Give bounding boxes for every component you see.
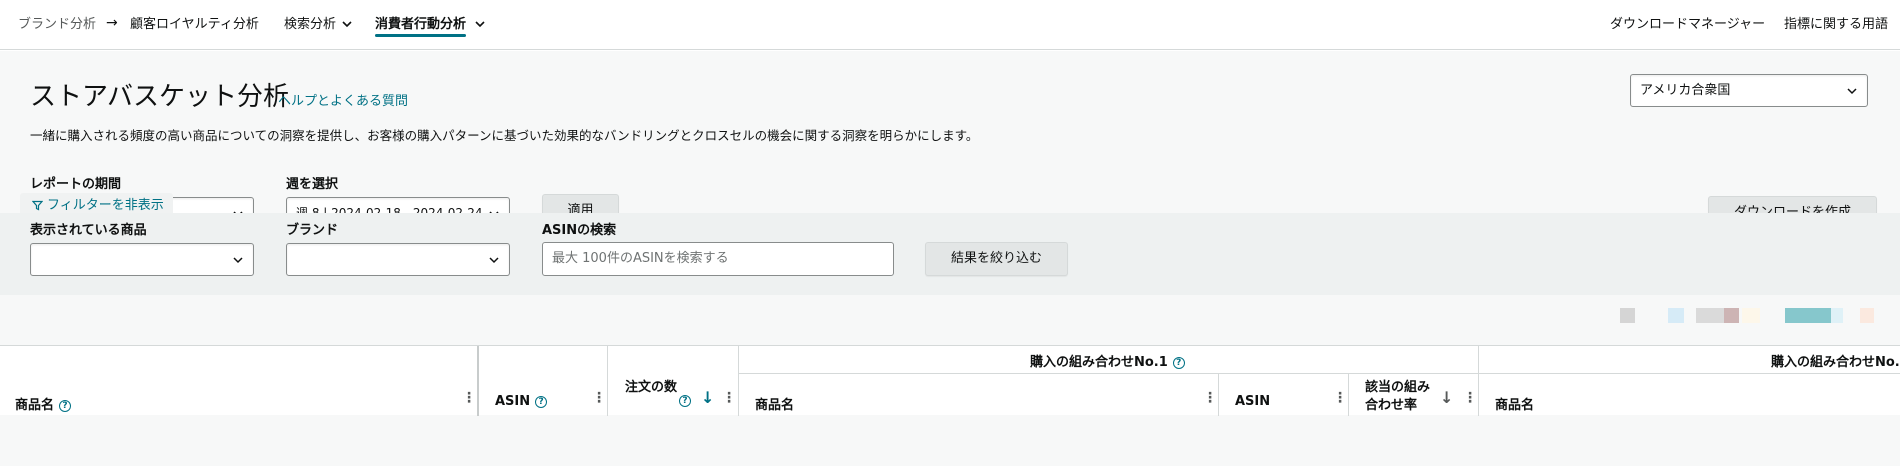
swatch [1620, 308, 1635, 323]
frozen-column-divider [477, 346, 479, 416]
column-header-order-count[interactable]: 注文の数 [625, 379, 677, 397]
breadcrumb-brand-analytics[interactable]: ブランド分析 [18, 16, 96, 34]
filter-icon [31, 200, 44, 211]
column-divider [738, 346, 739, 416]
report-period-label: レポートの期間 [30, 177, 122, 192]
breadcrumb-arrow-icon: → [106, 15, 118, 31]
help-faq-link[interactable]: ヘルプとよくある質問 [278, 90, 408, 109]
results-table: 商品名? ⋮ ASIN? ⋮ 注文の数 ? ↓ ⋮ 購入の組み合わせNo.1? … [0, 345, 1900, 416]
nav-download-manager[interactable]: ダウンロードマネージャー [1610, 16, 1765, 34]
marketplace-select-value: アメリカ合衆国 [1640, 83, 1731, 98]
column-menu-icon[interactable]: ⋮ [592, 390, 606, 406]
chevron-down-icon [233, 257, 243, 264]
nav-search-analysis-label: 検索分析 [284, 17, 337, 32]
info-icon[interactable]: ? [535, 395, 548, 408]
column-menu-icon[interactable]: ⋮ [1333, 390, 1347, 406]
chevron-down-icon [342, 21, 352, 28]
info-icon[interactable]: ? [1172, 356, 1185, 369]
column-menu-icon[interactable]: ⋮ [1203, 390, 1217, 406]
column-header-product-name[interactable]: 商品名? [15, 394, 72, 413]
column-header-asin-label: ASIN [495, 394, 531, 409]
displayed-products-label: 表示されている商品 [30, 223, 147, 238]
column-group-combo1: 購入の組み合わせNo.1? [1030, 351, 1185, 370]
column-divider [1478, 346, 1479, 416]
week-select-label: 週を選択 [286, 177, 339, 192]
column-header-combo1-asin[interactable]: ASIN [1235, 394, 1270, 409]
sort-descending-icon[interactable]: ↓ [701, 388, 714, 407]
nav-consumer-behavior-label: 消費者行動分析 [375, 17, 467, 32]
marketplace-select[interactable]: アメリカ合衆国 [1630, 74, 1868, 107]
swatch [1860, 308, 1874, 323]
page-title: ストアバスケット分析 [30, 82, 289, 112]
column-group-combo2: 購入の組み合わせNo.2 [1771, 355, 1900, 370]
brand-select[interactable] [286, 243, 510, 276]
asin-search-label: ASINの検索 [542, 223, 617, 238]
group-header-divider [738, 373, 1900, 374]
swatch [1668, 308, 1684, 323]
nav-search-analysis[interactable]: 検索分析 [284, 16, 352, 34]
column-divider [1348, 373, 1349, 416]
chevron-down-icon [489, 257, 499, 264]
page-description: 一緒に購入される頻度の高い商品についての洞察を提供し、お客様の購入パターンに基づ… [30, 128, 979, 143]
nav-glossary[interactable]: 指標に関する用語 [1784, 16, 1888, 34]
active-tab-underline [375, 34, 466, 37]
color-swatch-strip [1620, 308, 1880, 323]
filter-panel: 表示されている商品 ブランド ASINの検索 最大 100件のASINを検索する… [0, 213, 1900, 295]
swatch [1724, 308, 1739, 323]
column-header-combo1-rate[interactable]: 該当の組み合わせ率 [1365, 379, 1435, 415]
column-menu-icon[interactable]: ⋮ [722, 390, 736, 406]
top-navigation: ブランド分析 → 顧客ロイヤルティ分析 検索分析 消費者行動分析 ダウンロードマ… [0, 0, 1900, 50]
column-menu-icon[interactable]: ⋮ [462, 390, 476, 406]
brand-label: ブランド [286, 223, 339, 238]
chevron-down-icon [475, 21, 485, 28]
column-header-product-name-label: 商品名 [15, 398, 55, 413]
column-divider [607, 346, 608, 416]
chevron-down-icon [1847, 88, 1857, 95]
swatch [1742, 308, 1760, 323]
nav-consumer-behavior[interactable]: 消費者行動分析 [375, 16, 485, 34]
asin-search-input[interactable]: 最大 100件のASINを検索する [542, 242, 894, 276]
displayed-products-select[interactable] [30, 243, 254, 276]
column-header-asin[interactable]: ASIN? [495, 394, 548, 409]
swatch [1696, 308, 1724, 323]
info-icon[interactable]: ? [59, 399, 72, 412]
column-divider [1218, 373, 1219, 416]
column-menu-icon[interactable]: ⋮ [1463, 390, 1477, 406]
sort-icon[interactable]: ↓ [1440, 388, 1453, 407]
column-header-combo2-product-name[interactable]: 商品名 [1495, 394, 1534, 413]
breadcrumb-customer-loyalty[interactable]: 顧客ロイヤルティ分析 [130, 16, 259, 34]
info-icon[interactable]: ? [679, 395, 691, 407]
column-group-combo1-label: 購入の組み合わせNo.1 [1030, 355, 1168, 370]
swatch [1831, 308, 1843, 323]
narrow-results-button[interactable]: 結果を絞り込む [925, 242, 1068, 276]
column-header-combo1-product-name[interactable]: 商品名 [755, 394, 794, 413]
swatch [1785, 308, 1831, 323]
hide-filters-label: フィルターを非表示 [47, 198, 164, 213]
